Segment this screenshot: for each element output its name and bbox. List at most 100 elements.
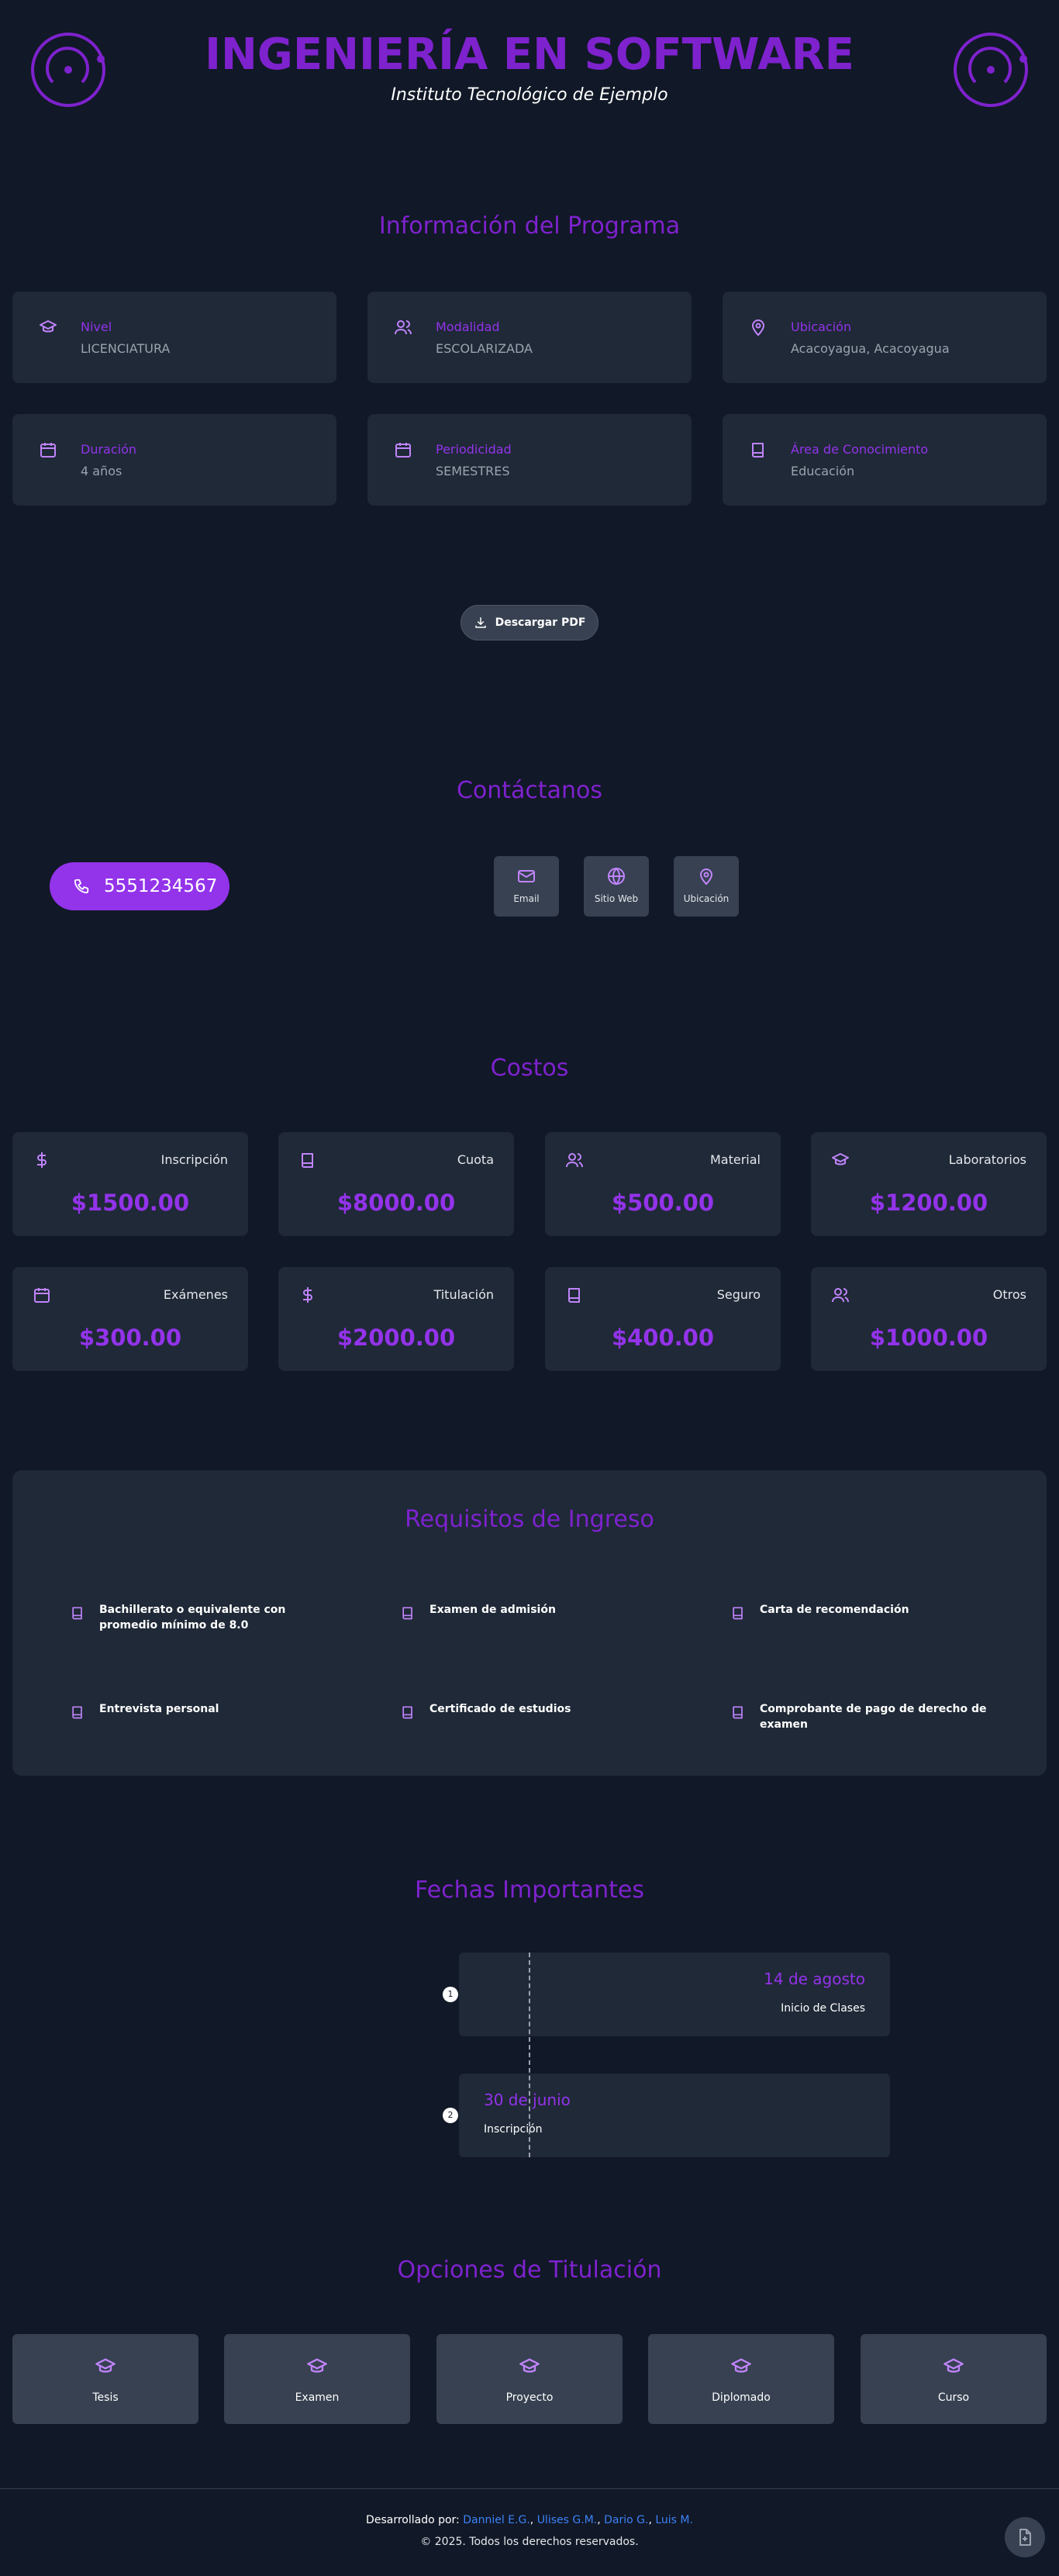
logo-icon xyxy=(952,31,1030,109)
cost-name: Titulación xyxy=(433,1287,494,1302)
map-pin-icon xyxy=(697,867,716,886)
info-value: SEMESTRES xyxy=(436,464,510,478)
info-card-modality: Modalidad ESCOLARIZADA xyxy=(367,292,692,383)
dollar-icon xyxy=(298,1286,317,1304)
contact-tile-label: Sitio Web xyxy=(594,893,639,904)
info-label: Modalidad xyxy=(436,319,500,334)
requirement-item: Examen de admisión xyxy=(400,1602,654,1622)
book-icon xyxy=(730,1604,746,1622)
requirement-text: Carta de recomendación xyxy=(760,1604,909,1616)
developer-link[interactable]: Dario G. xyxy=(604,2514,648,2526)
cost-amount: $8000.00 xyxy=(336,1190,456,1216)
phone-button[interactable]: 5551234567 xyxy=(50,862,229,910)
download-pdf-button[interactable]: Descargar PDF xyxy=(461,605,598,641)
page-title: INGENIERÍA EN SOFTWARE xyxy=(205,29,854,80)
cost-amount: $1500.00 xyxy=(71,1190,190,1216)
download-pdf-label: Descargar PDF xyxy=(495,616,586,629)
calendar-icon xyxy=(33,1286,51,1304)
timeline-event: Inscripción xyxy=(484,2123,543,2136)
degree-option-course[interactable]: Curso xyxy=(861,2334,1047,2424)
timeline-line xyxy=(529,1953,530,2157)
footer-credits: Desarrollado por: Danniel E.G., Ulises G… xyxy=(366,2514,693,2526)
degree-option-diploma[interactable]: Diplomado xyxy=(648,2334,834,2424)
cost-name: Laboratorios xyxy=(948,1152,1026,1167)
graduation-cap-icon xyxy=(39,318,57,337)
footer-divider xyxy=(0,2488,1059,2489)
calendar-icon xyxy=(394,440,412,459)
timeline-event: Inicio de Clases xyxy=(781,2002,865,2015)
options-section-title: Opciones de Titulación xyxy=(397,2257,662,2284)
globe-icon xyxy=(607,867,626,886)
costs-section-title: Costos xyxy=(490,1055,569,1082)
info-label: Ubicación xyxy=(791,319,852,334)
degree-option-label: Examen xyxy=(295,2391,340,2404)
copyright: © 2025. Todos los derechos reservados. xyxy=(420,2536,639,2548)
dates-section-title: Fechas Importantes xyxy=(415,1877,644,1904)
info-value: Acacoyagua, Acacoyagua xyxy=(791,341,950,356)
cost-amount: $300.00 xyxy=(78,1324,182,1351)
info-card-duration: Duración 4 años xyxy=(12,414,336,506)
info-label: Área de Conocimiento xyxy=(791,442,929,457)
cost-card: Seguro $400.00 xyxy=(545,1267,781,1371)
requirement-text: Certificado de estudios xyxy=(429,1703,571,1715)
contact-location-button[interactable]: Ubicación xyxy=(674,856,739,917)
cost-amount: $1000.00 xyxy=(869,1324,988,1351)
program-section-title: Información del Programa xyxy=(378,212,681,240)
cost-card: Cuota $8000.00 xyxy=(278,1132,514,1236)
requirement-item: Entrevista personal xyxy=(70,1701,324,1721)
book-icon xyxy=(565,1286,584,1304)
cost-name: Inscripción xyxy=(160,1152,228,1167)
info-label: Periodicidad xyxy=(436,442,512,457)
requirement-item: Certificado de estudios xyxy=(400,1701,654,1721)
requirement-item: Carta de recomendación xyxy=(730,1602,985,1622)
book-icon xyxy=(70,1604,85,1622)
contact-email-button[interactable]: Email xyxy=(494,856,559,917)
timeline-date: 14 de agosto xyxy=(764,1970,865,1988)
cost-card: Exámenes $300.00 xyxy=(12,1267,248,1371)
info-card-periodicity: Periodicidad SEMESTRES xyxy=(367,414,692,506)
dollar-icon xyxy=(33,1151,51,1169)
degree-option-exam[interactable]: Examen xyxy=(224,2334,410,2424)
degree-option-label: Proyecto xyxy=(505,2391,554,2404)
timeline-card: 30 de junio Inscripción xyxy=(459,2074,890,2157)
contact-tile-label: Email xyxy=(513,893,540,904)
info-card-area: Área de Conocimiento Educación xyxy=(723,414,1047,506)
info-value: Educación xyxy=(791,464,855,478)
graduation-cap-icon xyxy=(730,2356,752,2377)
info-card-location: Ubicación Acacoyagua, Acacoyagua xyxy=(723,292,1047,383)
phone-icon xyxy=(73,878,90,895)
degree-option-label: Tesis xyxy=(92,2391,119,2404)
phone-number: 5551234567 xyxy=(104,876,218,896)
book-icon xyxy=(730,1703,746,1721)
info-card-level: Nivel LICENCIATURA xyxy=(12,292,336,383)
developer-link[interactable]: Ulises G.M. xyxy=(537,2514,598,2526)
floating-file-button[interactable] xyxy=(1005,2517,1045,2557)
requirement-item: Bachillerato o equivalente con promedio … xyxy=(70,1602,324,1633)
cost-name: Material xyxy=(710,1152,761,1167)
footer-credits-prefix: Desarrollado por: xyxy=(366,2514,460,2526)
info-label: Duración xyxy=(81,442,137,457)
requirement-text: Examen de admisión xyxy=(429,1604,556,1616)
cost-card: Laboratorios $1200.00 xyxy=(811,1132,1047,1236)
requirement-item: Comprobante de pago de derecho de examen xyxy=(730,1701,1016,1732)
download-icon xyxy=(474,616,488,630)
cost-amount: $500.00 xyxy=(611,1190,715,1216)
site-header: INGENIERÍA EN SOFTWARE Instituto Tecnoló… xyxy=(0,0,1059,124)
timeline-date: 30 de junio xyxy=(484,2091,571,2109)
cost-card: Otros $1000.00 xyxy=(811,1267,1047,1371)
book-icon xyxy=(70,1703,85,1721)
developer-link[interactable]: Luis M. xyxy=(655,2514,693,2526)
contact-website-button[interactable]: Sitio Web xyxy=(584,856,649,917)
requirement-text: Bachillerato o equivalente con promedio … xyxy=(99,1604,286,1632)
degree-option-project[interactable]: Proyecto xyxy=(436,2334,623,2424)
developer-link[interactable]: Danniel E.G. xyxy=(463,2514,530,2526)
requirements-section-title: Requisitos de Ingreso xyxy=(405,1506,654,1533)
book-icon xyxy=(400,1703,416,1721)
users-icon xyxy=(831,1286,850,1304)
degree-option-thesis[interactable]: Tesis xyxy=(12,2334,198,2424)
contact-section-title: Contáctanos xyxy=(456,777,603,804)
file-plus-icon xyxy=(1016,2528,1034,2547)
mail-icon xyxy=(517,867,536,886)
users-icon xyxy=(565,1151,584,1169)
cost-name: Otros xyxy=(992,1287,1026,1302)
